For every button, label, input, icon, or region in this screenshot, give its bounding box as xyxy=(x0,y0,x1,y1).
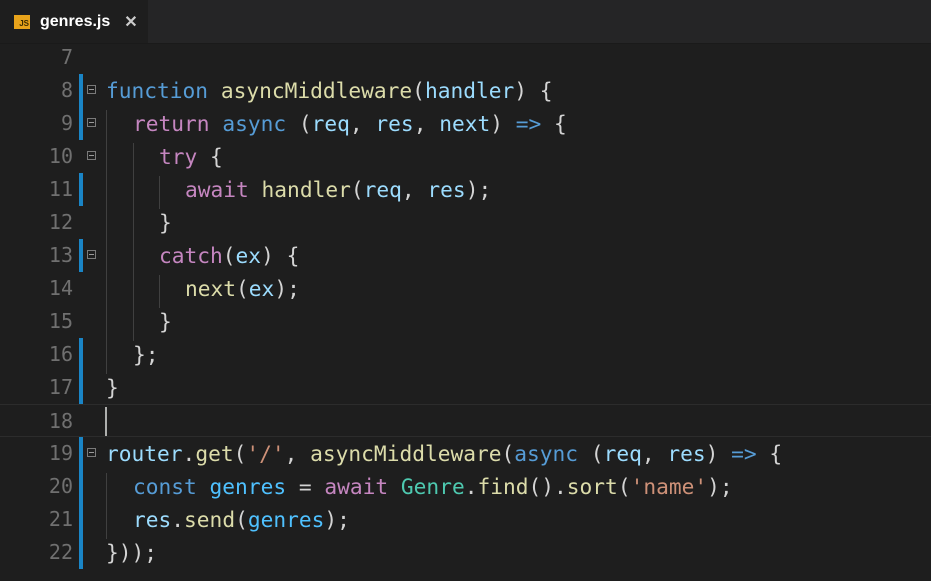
fold-toggle-icon[interactable] xyxy=(87,448,96,457)
line-number: 21 xyxy=(48,507,73,531)
code-text: next(ex); xyxy=(185,276,300,301)
git-modified-indicator xyxy=(79,536,83,569)
line-number: 11 xyxy=(48,177,73,201)
code-text: } xyxy=(159,309,172,334)
fold-toggle-icon[interactable] xyxy=(87,250,96,259)
tab-genres-js[interactable]: JS genres.js ✕ xyxy=(0,0,148,43)
code-text: await handler(req, res); xyxy=(185,177,492,202)
code-editor[interactable]: 7 8 function asyncMiddleware(handler) { … xyxy=(0,44,931,581)
fold-toggle-icon[interactable] xyxy=(87,151,96,160)
code-line[interactable]: 10 try { xyxy=(0,140,931,173)
code-text: }; xyxy=(133,342,159,367)
code-line[interactable]: 7 xyxy=(0,41,931,74)
line-number: 16 xyxy=(48,342,73,366)
fold-toggle-icon[interactable] xyxy=(87,85,96,94)
code-line[interactable]: 22 })); xyxy=(0,536,931,569)
code-text: })); xyxy=(106,540,158,565)
code-line[interactable]: 9 return async (req, res, next) => { xyxy=(0,107,931,140)
code-line[interactable]: 21 res.send(genres); xyxy=(0,503,931,536)
code-text: } xyxy=(106,375,119,400)
code-line[interactable]: 15 } xyxy=(0,305,931,338)
line-number: 14 xyxy=(48,276,73,300)
git-modified-indicator xyxy=(79,239,83,272)
code-line[interactable]: 12 } xyxy=(0,206,931,239)
line-number: 20 xyxy=(48,474,73,498)
git-modified-indicator xyxy=(79,74,83,107)
git-modified-indicator xyxy=(79,503,83,536)
tab-bar: JS genres.js ✕ xyxy=(0,0,931,44)
line-number: 7 xyxy=(60,45,73,69)
line-number: 12 xyxy=(48,210,73,234)
git-modified-indicator xyxy=(79,338,83,371)
code-text: const genres = await Genre.find().sort('… xyxy=(133,474,733,499)
close-icon[interactable]: ✕ xyxy=(124,12,137,32)
line-number: 8 xyxy=(60,78,73,102)
current-code-line[interactable]: 18 xyxy=(0,404,931,437)
line-number: 18 xyxy=(48,409,73,433)
line-number: 10 xyxy=(48,144,73,168)
line-number: 22 xyxy=(48,540,73,564)
code-text: function asyncMiddleware(handler) { xyxy=(106,78,553,103)
code-line[interactable]: 16 }; xyxy=(0,338,931,371)
code-text: try { xyxy=(159,144,223,169)
code-text: res.send(genres); xyxy=(133,507,350,532)
code-line[interactable]: 19 router.get('/', asyncMiddleware(async… xyxy=(0,437,931,470)
git-modified-indicator xyxy=(79,437,83,470)
text-cursor xyxy=(105,407,107,436)
git-modified-indicator xyxy=(79,470,83,503)
code-line[interactable]: 17 } xyxy=(0,371,931,404)
fold-toggle-icon[interactable] xyxy=(87,118,96,127)
line-number: 17 xyxy=(48,375,73,399)
code-line[interactable]: 14 next(ex); xyxy=(0,272,931,305)
line-number: 13 xyxy=(48,243,73,267)
git-modified-indicator xyxy=(79,173,83,206)
code-text: router.get('/', asyncMiddleware(async (r… xyxy=(106,441,783,466)
git-modified-indicator xyxy=(79,371,83,404)
code-line[interactable]: 13 catch(ex) { xyxy=(0,239,931,272)
code-text: catch(ex) { xyxy=(159,243,300,268)
line-number: 9 xyxy=(60,111,73,135)
code-text: return async (req, res, next) => { xyxy=(133,111,567,136)
git-modified-indicator xyxy=(79,107,83,140)
code-line[interactable]: 11 await handler(req, res); xyxy=(0,173,931,206)
code-line[interactable]: 8 function asyncMiddleware(handler) { xyxy=(0,74,931,107)
code-line[interactable]: 20 const genres = await Genre.find().sor… xyxy=(0,470,931,503)
tab-label: genres.js xyxy=(40,12,111,30)
javascript-file-icon: JS xyxy=(14,14,30,29)
code-text: } xyxy=(159,210,172,235)
line-number: 19 xyxy=(48,441,73,465)
line-number: 15 xyxy=(48,309,73,333)
